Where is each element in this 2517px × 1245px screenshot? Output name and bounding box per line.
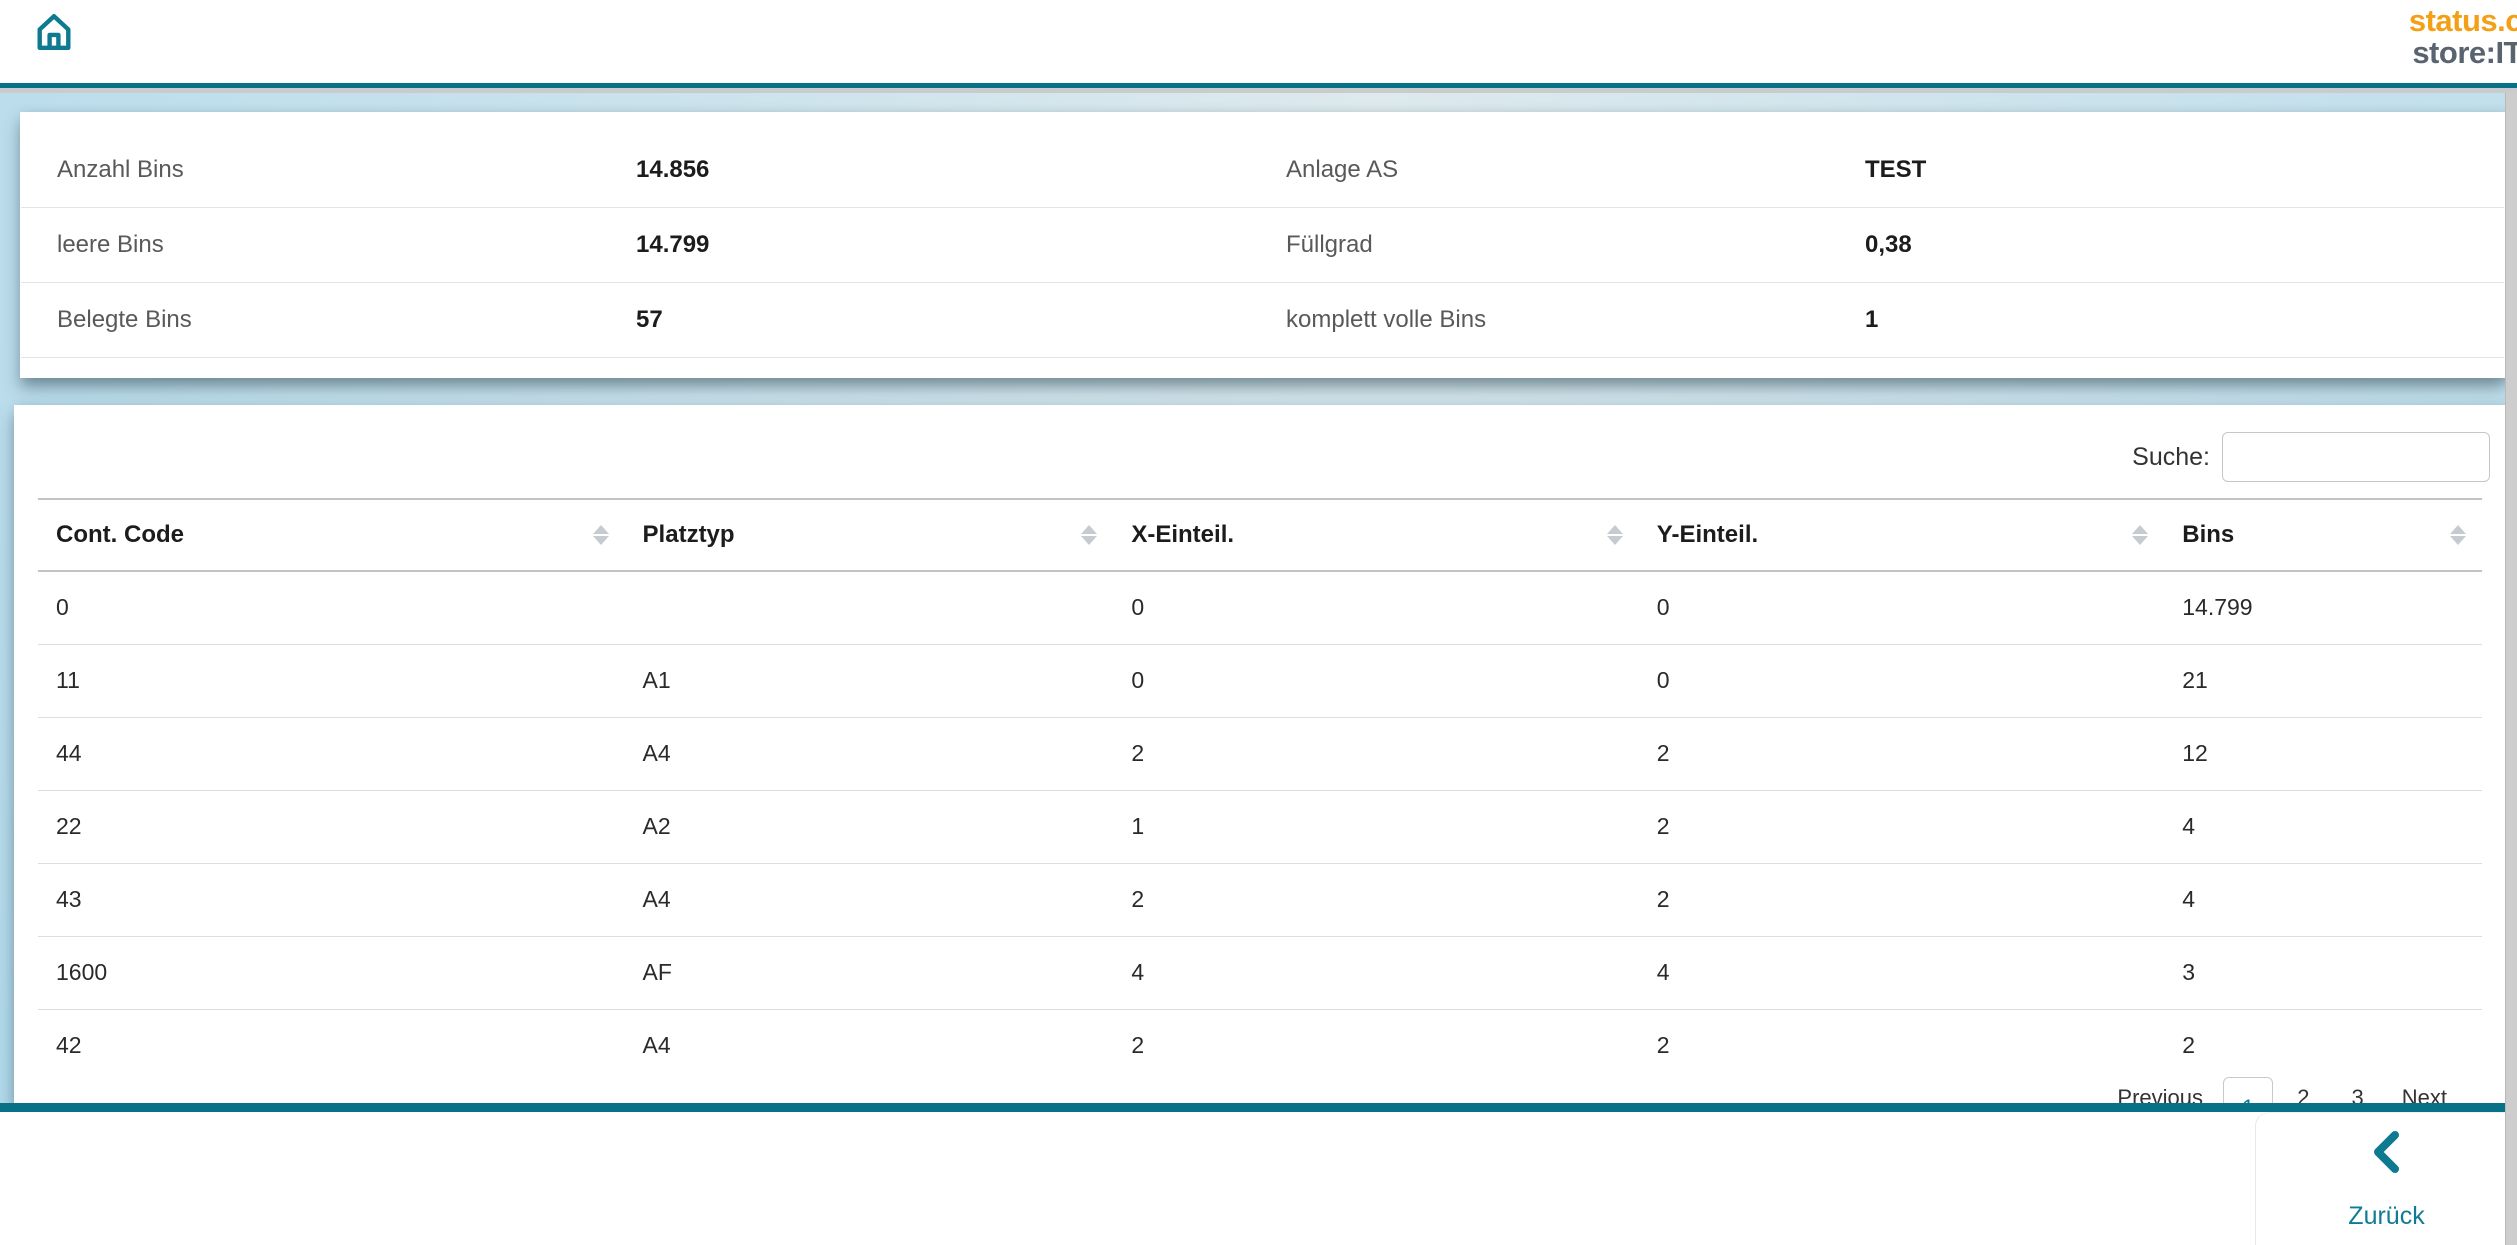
cell-platztyp: AF <box>624 936 1114 1010</box>
cell-y-einteil: 2 <box>1638 717 2165 791</box>
cell-bins: 2 <box>2182 1032 2196 1059</box>
cell-cont-code: 44 <box>38 717 625 791</box>
cell-x-einteil: 4 <box>1113 936 1639 1010</box>
column-header-y-einteil[interactable]: Y-Einteil. <box>1638 498 2165 572</box>
table-row[interactable]: 43 A4 2 2 4 <box>38 863 2482 937</box>
bin-table-panel: Suche: Cont. Code Platztyp X-Einteil. Y-… <box>14 405 2506 1103</box>
home-icon <box>32 13 76 57</box>
cell-cont-code: 11 <box>38 644 625 718</box>
pagination-page-2-button[interactable]: 2 <box>2279 1077 2327 1103</box>
search-label: Suche: <box>2132 442 2210 471</box>
table-row[interactable]: 11 A1 0 0 21 <box>38 644 2482 718</box>
pagination: Previous 1 2 3 Next <box>2103 1077 2461 1103</box>
cell-bins: 14.799 <box>2164 571 2482 645</box>
sort-icon <box>1606 525 1623 545</box>
logo-line-1: status.c <box>2408 3 2517 38</box>
table-search: Suche: <box>2132 432 2490 482</box>
cell-platztyp: A4 <box>624 863 1114 937</box>
cell-x-einteil: 2 <box>1113 717 1639 791</box>
table-row[interactable]: 44 A4 2 2 12 <box>38 717 2482 791</box>
table-row[interactable]: 22 A2 1 2 4 <box>38 790 2482 864</box>
stat-value: 14.856 <box>636 156 710 183</box>
column-header-label: X-Einteil. <box>1131 521 1235 548</box>
cell-x-einteil: 0 <box>1113 571 1639 645</box>
app-logo: status.c store:IT <box>2409 5 2517 68</box>
column-header-label: Cont. Code <box>56 521 184 548</box>
pagination-page-1-button[interactable]: 1 <box>2223 1077 2274 1103</box>
stat-value: TEST <box>1865 156 1927 183</box>
cell-y-einteil: 2 <box>1656 1032 1670 1059</box>
cell-platztyp: A2 <box>624 790 1114 864</box>
bins-table: Cont. Code Platztyp X-Einteil. Y-Einteil… <box>38 498 2482 1082</box>
app-footer: Zurück <box>0 1103 2517 1245</box>
logo-line-2: store:IT <box>2412 34 2517 70</box>
bin-stats-panel: Anzahl Bins 14.856 Anlage AS TEST leere … <box>20 112 2505 378</box>
stat-label: Anzahl Bins <box>57 156 184 183</box>
table-row[interactable]: 42 A4 2 2 2 <box>38 1009 2482 1082</box>
stat-value: 0,38 <box>1865 231 1912 258</box>
cell-bins: 21 <box>2164 644 2482 718</box>
home-button[interactable] <box>30 9 78 57</box>
back-button[interactable]: Zurück <box>2255 1112 2517 1245</box>
pagination-previous-button[interactable]: Previous <box>2103 1077 2217 1103</box>
column-header-bins[interactable]: Bins <box>2164 498 2482 572</box>
pagination-next-button[interactable]: Next <box>2388 1077 2461 1103</box>
sort-icon <box>1081 525 1098 545</box>
cell-platztyp <box>624 571 1114 645</box>
table-header-row: Cont. Code Platztyp X-Einteil. Y-Einteil… <box>38 498 2482 572</box>
cell-bins: 3 <box>2164 936 2482 1010</box>
column-header-label: Bins <box>2182 521 2235 548</box>
stat-value: 1 <box>1865 306 1879 333</box>
column-header-cont-code[interactable]: Cont. Code <box>38 498 625 572</box>
cell-platztyp: A1 <box>624 644 1114 718</box>
column-header-label: Platztyp <box>642 521 735 548</box>
stat-label: Anlage AS <box>1286 156 1399 183</box>
stat-label: komplett volle Bins <box>1286 306 1487 333</box>
cell-x-einteil: 2 <box>1113 863 1639 937</box>
stat-label: Belegte Bins <box>57 306 192 333</box>
cell-y-einteil: 2 <box>1638 790 2165 864</box>
cell-x-einteil: 1 <box>1113 790 1639 864</box>
cell-cont-code: 22 <box>38 790 625 864</box>
column-header-label: Y-Einteil. <box>1656 521 1759 548</box>
cell-y-einteil: 0 <box>1638 571 2165 645</box>
stat-label: Füllgrad <box>1286 231 1373 258</box>
table-row[interactable]: 1600 AF 4 4 3 <box>38 936 2482 1010</box>
cell-bins: 4 <box>2164 863 2482 937</box>
stat-label: leere Bins <box>57 231 164 258</box>
cell-y-einteil: 2 <box>1638 863 2165 937</box>
vertical-scrollbar[interactable] <box>2505 93 2517 1245</box>
cell-x-einteil: 0 <box>1113 644 1639 718</box>
stat-value: 57 <box>636 306 663 333</box>
sort-icon <box>592 525 609 545</box>
stat-value: 14.799 <box>636 231 710 258</box>
pagination-page-3-button[interactable]: 3 <box>2334 1077 2382 1103</box>
column-header-platztyp[interactable]: Platztyp <box>624 498 1114 572</box>
search-input[interactable] <box>2222 432 2490 482</box>
stats-row: leere Bins 14.799 Füllgrad 0,38 <box>21 208 2504 283</box>
cell-y-einteil: 4 <box>1638 936 2165 1010</box>
stats-row: Anzahl Bins 14.856 Anlage AS TEST <box>21 133 2504 208</box>
sort-icon <box>2132 525 2149 545</box>
sort-icon <box>2450 525 2466 545</box>
cell-x-einteil: 2 <box>1131 1032 1145 1059</box>
cell-platztyp: A4 <box>624 717 1114 791</box>
back-button-label: Zurück <box>2348 1202 2425 1230</box>
cell-cont-code: 0 <box>38 571 625 645</box>
cell-cont-code: 42 <box>56 1032 82 1059</box>
cell-cont-code: 43 <box>38 863 625 937</box>
app-header: status.c store:IT <box>0 0 2517 88</box>
cell-bins: 4 <box>2164 790 2482 864</box>
stats-row: Belegte Bins 57 komplett volle Bins 1 <box>21 283 2504 358</box>
cell-bins: 12 <box>2164 717 2482 791</box>
chevron-left-icon <box>2369 1129 2405 1180</box>
column-header-x-einteil[interactable]: X-Einteil. <box>1113 498 1639 572</box>
table-row[interactable]: 0 0 0 14.799 <box>38 571 2482 645</box>
cell-cont-code: 1600 <box>38 936 625 1010</box>
cell-platztyp: A4 <box>642 1032 671 1059</box>
cell-y-einteil: 0 <box>1638 644 2165 718</box>
